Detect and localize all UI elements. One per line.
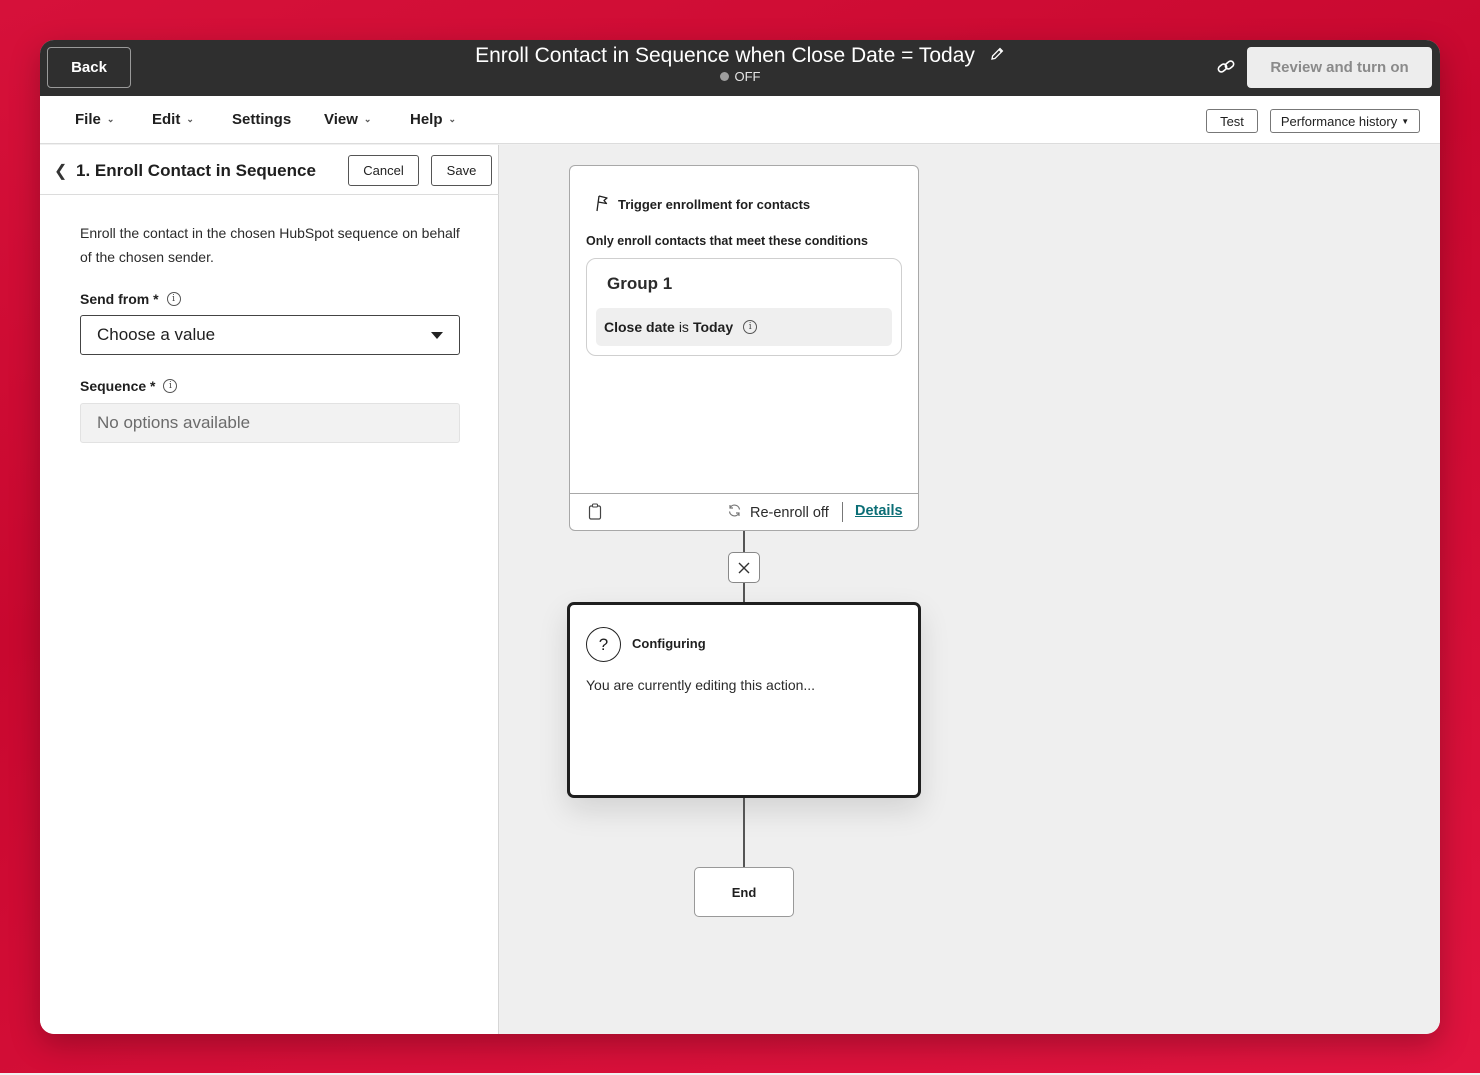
connector-line xyxy=(743,798,745,867)
trigger-subheader: Only enroll contacts that meet these con… xyxy=(586,234,868,248)
caret-down-icon xyxy=(431,332,443,339)
chevron-down-icon: ⌄ xyxy=(363,114,372,124)
menu-view-label: View xyxy=(324,111,358,128)
condition-group: Group 1 Close date is Today i xyxy=(586,258,902,356)
chevron-down-icon: ⌄ xyxy=(448,114,457,124)
info-icon[interactable]: i xyxy=(743,320,758,334)
condition-row: Close date is Today i xyxy=(596,308,892,346)
menu-settings[interactable]: Settings xyxy=(232,111,291,128)
performance-history-button[interactable]: Performance history ▼ xyxy=(1270,109,1420,133)
condition-property: Close date xyxy=(604,319,675,335)
menu-view[interactable]: View ⌄ xyxy=(324,111,371,128)
link-icon[interactable] xyxy=(1216,57,1236,82)
sequence-label: Sequence * xyxy=(80,378,156,394)
performance-history-label: Performance history xyxy=(1280,113,1398,129)
group-title: Group 1 xyxy=(607,274,673,293)
chevron-left-icon[interactable]: ❮ xyxy=(54,161,67,181)
panel-header: ❮ 1. Enroll Contact in Sequence Cancel S… xyxy=(40,145,499,195)
reenroll-status: Re-enroll off xyxy=(727,503,829,522)
configuring-action-card[interactable]: ? Configuring You are currently editing … xyxy=(567,602,921,798)
action-description: Enroll the contact in the chosen HubSpot… xyxy=(80,225,460,265)
review-and-turn-on-button[interactable]: Review and turn on xyxy=(1247,47,1432,88)
sequence-value: No options available xyxy=(97,413,251,432)
flag-icon xyxy=(594,194,610,215)
menu-file-label: File xyxy=(75,111,101,128)
close-icon[interactable] xyxy=(728,552,760,583)
menu-edit-label: Edit xyxy=(152,111,181,128)
send-from-value: Choose a value xyxy=(97,325,216,344)
reenroll-text: Re-enroll off xyxy=(750,504,829,521)
trigger-card[interactable]: Trigger enrollment for contacts Only enr… xyxy=(569,165,919,531)
connector-line xyxy=(743,531,745,552)
sequence-select: No options available xyxy=(80,403,460,443)
condition-operator: is xyxy=(678,319,689,335)
menu-help-label: Help xyxy=(410,111,443,128)
connector-line xyxy=(743,583,745,602)
workflow-editor-window: Back Enroll Contact in Sequence when Clo… xyxy=(40,40,1440,1034)
end-node[interactable]: End xyxy=(694,867,794,917)
test-button[interactable]: Test xyxy=(1206,109,1258,133)
status-dot xyxy=(719,72,729,81)
save-button[interactable]: Save xyxy=(431,155,492,186)
send-from-label-row: Send from * i xyxy=(80,291,181,307)
refresh-icon xyxy=(727,503,742,522)
config-title: Configuring xyxy=(632,636,706,651)
info-icon[interactable]: i xyxy=(166,292,181,306)
menu-settings-label: Settings xyxy=(232,111,292,128)
trigger-header-text: Trigger enrollment for contacts xyxy=(618,197,811,212)
trigger-header: Trigger enrollment for contacts xyxy=(594,194,810,215)
top-bar: Back Enroll Contact in Sequence when Clo… xyxy=(40,40,1440,96)
trigger-footer: Re-enroll off Details xyxy=(570,493,918,530)
config-text: You are currently editing this action... xyxy=(586,677,816,693)
chevron-down-icon: ⌄ xyxy=(186,114,194,124)
panel-title: 1. Enroll Contact in Sequence xyxy=(76,161,316,180)
send-from-select[interactable]: Choose a value xyxy=(80,315,460,355)
status-text: OFF xyxy=(734,69,761,84)
action-config-panel: ❮ 1. Enroll Contact in Sequence Cancel S… xyxy=(40,145,499,1034)
menu-help[interactable]: Help ⌄ xyxy=(410,111,456,128)
workflow-title: Enroll Contact in Sequence when Close Da… xyxy=(475,44,975,67)
clipboard-icon[interactable] xyxy=(588,503,602,525)
menu-file[interactable]: File ⌄ xyxy=(75,111,114,128)
condition-value: Today xyxy=(692,319,734,335)
workflow-canvas: Trigger enrollment for contacts Only enr… xyxy=(500,145,1440,1034)
chevron-down-icon: ⌄ xyxy=(106,114,115,124)
question-icon: ? xyxy=(586,627,621,662)
sequence-label-row: Sequence * i xyxy=(80,378,178,394)
footer-divider xyxy=(842,502,843,522)
details-link[interactable]: Details xyxy=(855,503,903,519)
cancel-button[interactable]: Cancel xyxy=(348,155,419,186)
caret-down-icon: ▼ xyxy=(1401,116,1410,126)
menu-edit[interactable]: Edit ⌄ xyxy=(152,111,194,128)
info-icon[interactable]: i xyxy=(163,379,178,393)
pencil-icon[interactable] xyxy=(989,44,1005,68)
menu-bar: File ⌄ Edit ⌄ Settings View ⌄ Help ⌄ Tes… xyxy=(40,96,1440,144)
send-from-label: Send from * xyxy=(80,291,159,307)
